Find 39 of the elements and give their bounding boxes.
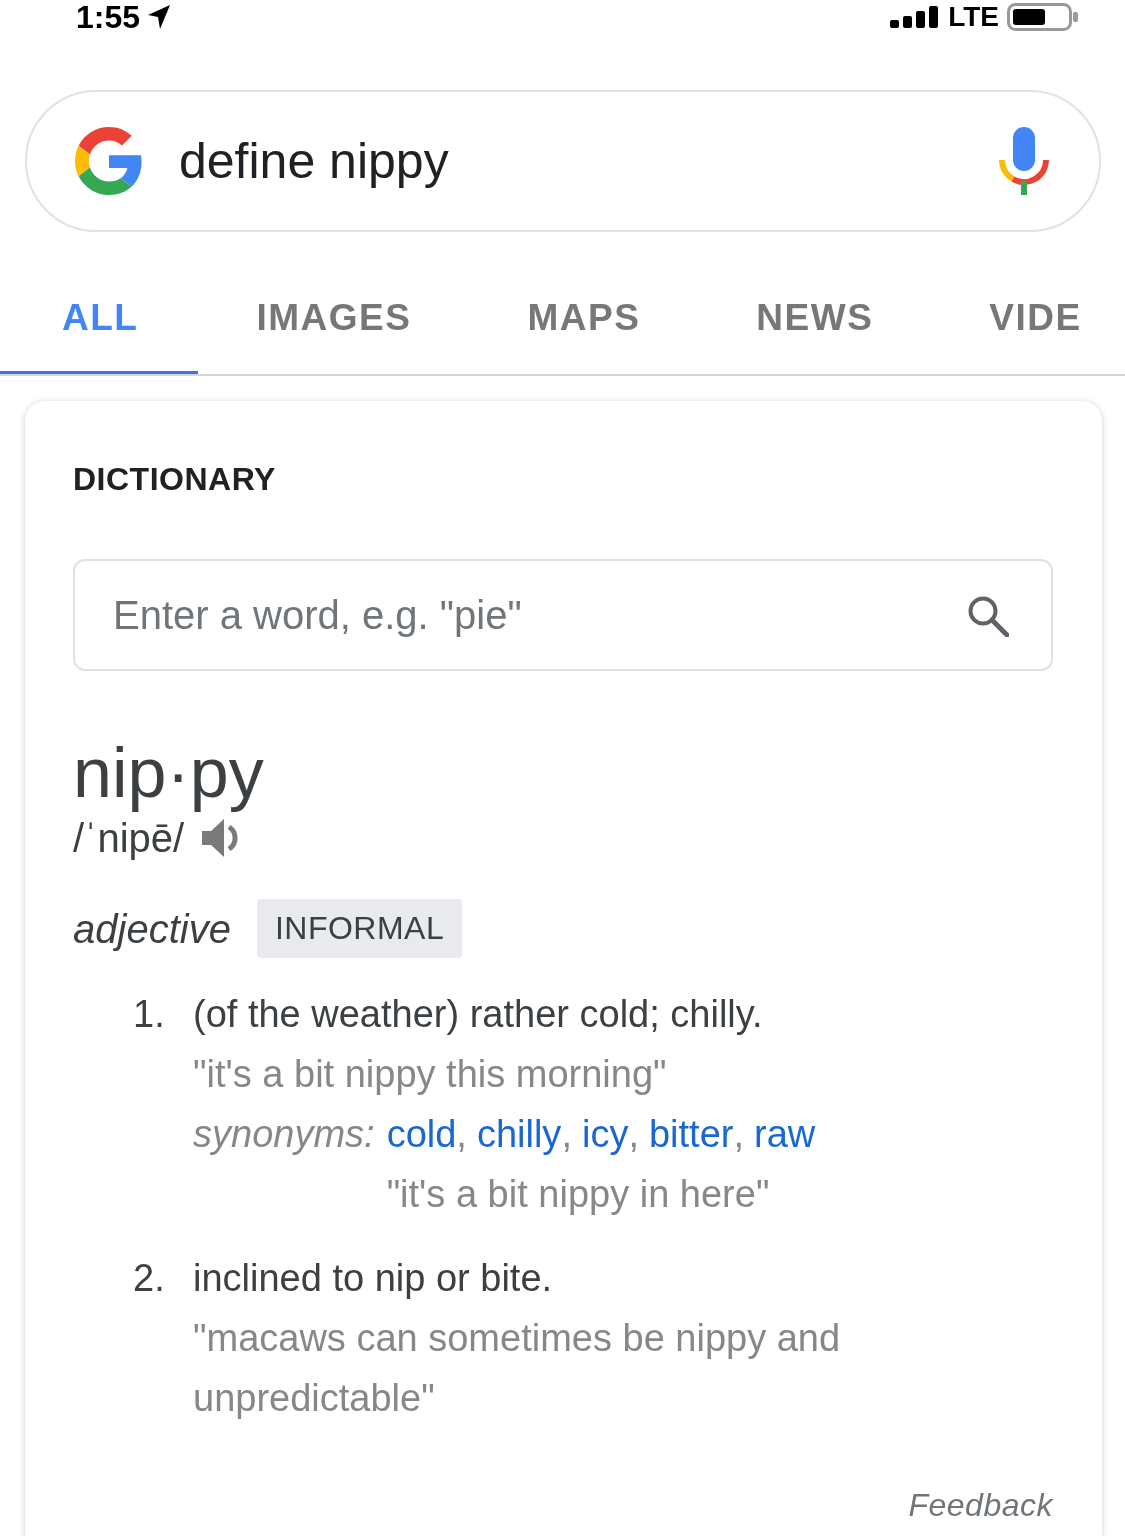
synonyms-label: synonyms: — [193, 1112, 375, 1157]
search-tab[interactable]: MAPS — [469, 260, 699, 374]
status-time: 1:55 — [76, 0, 141, 34]
search-tab[interactable]: ALL — [0, 260, 199, 374]
headword: nip·py — [73, 733, 265, 813]
g-logo — [75, 126, 143, 196]
synonym-link[interactable]: icy — [581, 1104, 629, 1164]
network-type: LTE — [948, 0, 999, 34]
comma-separator: , — [456, 1112, 467, 1157]
example-sentence: "macaws can sometimes be nippy and unpredictable" — [193, 1316, 842, 1421]
example-sentence: "it's a bit nippy this morning" — [193, 1052, 667, 1097]
comma-separator: , — [561, 1112, 572, 1157]
search-icon[interactable] — [967, 595, 1009, 637]
battery-icon — [1007, 3, 1079, 31]
microphone-icon[interactable] — [999, 127, 1049, 195]
signal-bars-icon — [890, 6, 941, 28]
sense-number: 2. — [133, 1256, 166, 1301]
definition-text: (of the weather) rather cold; chilly. — [193, 992, 763, 1037]
sense-number: 1. — [133, 992, 166, 1037]
synonym-link[interactable]: bitter — [648, 1104, 734, 1164]
synonym-link[interactable]: cold — [386, 1104, 457, 1164]
card-heading: DICTIONARY — [73, 460, 277, 499]
feedback-link[interactable]: Feedback — [908, 1486, 1053, 1524]
search-query: define nippy — [179, 132, 449, 191]
comma-separator: , — [733, 1112, 744, 1157]
register-label: INFORMAL — [256, 899, 463, 958]
search-tab[interactable]: VIDE — [931, 260, 1082, 374]
search-tab[interactable]: NEWS — [698, 260, 932, 374]
synonym-link[interactable]: raw — [754, 1104, 816, 1164]
search-bar[interactable]: define nippy — [25, 90, 1101, 232]
search-tab[interactable]: IMAGES — [198, 260, 470, 374]
synonym-link[interactable]: chilly — [476, 1104, 562, 1164]
part-of-speech: adjective — [73, 905, 231, 953]
comma-separator: , — [628, 1112, 639, 1157]
definition-text: inclined to nip or bite. — [193, 1256, 553, 1301]
location-arrow-icon — [148, 5, 171, 29]
pronunciation: /ˈnipē/ — [73, 815, 185, 862]
word-search-field[interactable]: Enter a word, e.g. "pie" — [73, 559, 1053, 671]
example-sentence: "it's a bit nippy in here" — [386, 1172, 770, 1217]
